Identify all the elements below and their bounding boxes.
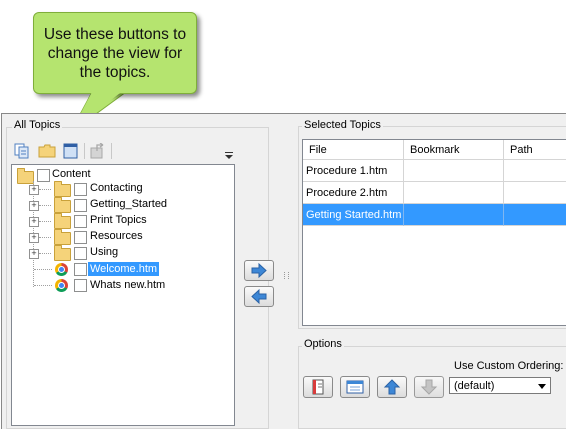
callout-text: Use these buttons to change the view for… <box>34 25 196 82</box>
custom-ordering-value: (default) <box>454 380 495 392</box>
tree-item-label: Contacting <box>90 182 143 194</box>
tree-item-label: Using <box>90 246 119 258</box>
item-checkbox[interactable] <box>74 231 87 244</box>
tree-item-print-topics[interactable]: + Print Topics <box>12 213 232 229</box>
callout-line: the topics. <box>79 64 151 81</box>
folder-icon <box>54 229 71 245</box>
move-up-icon <box>383 379 401 395</box>
selected-topics-grid[interactable]: File Bookmark Path Procedure 1.htm Proce… <box>302 139 566 326</box>
folder-icon <box>54 181 71 197</box>
tree-item-whats-new[interactable]: Whats new.htm <box>12 277 232 293</box>
copy-pages-icon[interactable] <box>14 143 32 159</box>
folder-icon <box>54 245 71 261</box>
move-down-icon <box>420 379 438 395</box>
item-checkbox[interactable] <box>74 183 87 196</box>
all-topics-title: All Topics <box>12 119 63 131</box>
expand-icon[interactable]: + <box>29 233 39 243</box>
item-checkbox[interactable] <box>74 247 87 260</box>
topics-tree[interactable]: Content + Contacting + Getting_Started +… <box>11 164 235 426</box>
column-header-file[interactable]: File <box>303 140 404 160</box>
remove-topic-button[interactable] <box>244 286 274 307</box>
table-cell-bookmark[interactable] <box>404 182 504 204</box>
list-view-icon[interactable] <box>62 143 80 159</box>
custom-ordering-select[interactable]: (default) <box>449 377 551 394</box>
tree-item-label: Print Topics <box>90 214 147 226</box>
browser-file-icon <box>55 263 68 276</box>
options-title: Options <box>302 338 344 350</box>
table-cell-path-selected[interactable] <box>504 204 566 226</box>
tree-item-label: Getting_Started <box>90 198 168 210</box>
table-cell-bookmark[interactable] <box>404 160 504 182</box>
selected-topics-title: Selected Topics <box>302 119 383 131</box>
arrow-right-icon <box>251 262 267 279</box>
tree-item-label: Resources <box>90 230 143 242</box>
folder-icon <box>54 197 71 213</box>
tree-item-label-selected: Welcome.htm <box>88 262 160 276</box>
chevron-down-icon <box>538 384 546 389</box>
tree-item-label: Whats new.htm <box>90 279 166 291</box>
folder-icon <box>54 213 71 229</box>
expand-icon[interactable]: + <box>29 201 39 211</box>
tree-root-label[interactable]: Content <box>50 167 93 181</box>
callout-balloon: Use these buttons to change the view for… <box>33 12 197 94</box>
column-header-path[interactable]: Path <box>504 140 566 160</box>
topics-dialog: All Topics Content + Contacting + Gettin… <box>1 113 566 429</box>
expand-icon[interactable]: + <box>29 217 39 227</box>
table-cell-bookmark-selected[interactable] <box>404 204 504 226</box>
window-button[interactable] <box>340 376 370 398</box>
item-checkbox[interactable] <box>74 199 87 212</box>
table-cell-file-selected[interactable]: Getting Started.htm <box>303 204 404 226</box>
move-down-button <box>414 376 444 398</box>
table-cell-file[interactable]: Procedure 2.htm <box>303 182 404 204</box>
folder-icon[interactable] <box>38 143 56 159</box>
toolbar-overflow-icon[interactable] <box>225 152 233 160</box>
disabled-export-icon <box>90 143 104 159</box>
tree-item-resources[interactable]: + Resources <box>12 229 232 245</box>
tree-item-getting-started[interactable]: + Getting_Started <box>12 197 232 213</box>
callout-line: change the view for <box>47 45 183 62</box>
add-topic-button[interactable] <box>244 260 274 281</box>
item-checkbox[interactable] <box>74 279 87 292</box>
arrow-left-icon <box>251 288 267 305</box>
expand-icon[interactable]: + <box>29 249 39 259</box>
toolbar-divider <box>111 143 112 159</box>
book-button[interactable] <box>303 376 333 398</box>
move-up-button[interactable] <box>377 376 407 398</box>
view-toolbar <box>12 142 234 162</box>
browser-file-icon <box>55 279 68 292</box>
table-cell-file[interactable]: Procedure 1.htm <box>303 160 404 182</box>
table-cell-path[interactable] <box>504 160 566 182</box>
column-header-bookmark[interactable]: Bookmark <box>404 140 504 160</box>
item-checkbox[interactable] <box>74 263 87 276</box>
item-checkbox[interactable] <box>74 215 87 228</box>
tree-item-contacting[interactable]: + Contacting <box>12 181 232 197</box>
window-icon <box>346 380 364 394</box>
tree-item-welcome[interactable]: Welcome.htm <box>12 261 232 277</box>
expand-icon[interactable]: + <box>29 185 39 195</box>
custom-ordering-label: Use Custom Ordering: <box>454 360 564 372</box>
table-cell-path[interactable] <box>504 182 566 204</box>
tree-item-using[interactable]: + Using <box>12 245 232 261</box>
toolbar-divider <box>84 143 85 159</box>
book-icon <box>312 379 324 395</box>
callout-line: Use these buttons to <box>43 26 187 43</box>
splitter-grip[interactable] <box>284 272 289 279</box>
